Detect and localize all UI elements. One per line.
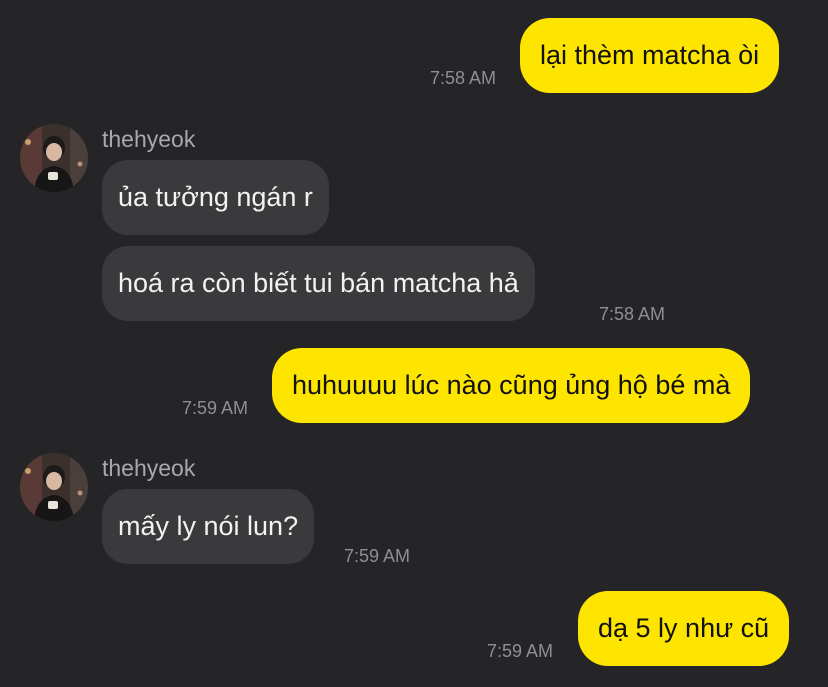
incoming-message-bubble[interactable]: hoá ra còn biết tui bán matcha hả — [102, 246, 535, 321]
outgoing-message-bubble[interactable]: dạ 5 ly như cũ — [578, 591, 790, 666]
outgoing-message-bubble[interactable]: lại thèm matcha òi — [520, 18, 780, 93]
message-timestamp: 7:59 AM — [344, 546, 411, 566]
avatar-photo-icon — [20, 453, 88, 521]
avatar-photo-icon — [20, 124, 88, 192]
outgoing-message-bubble[interactable]: huhuuuu lúc nào cũng ủng hộ bé mà — [272, 348, 751, 423]
incoming-message-bubble[interactable]: mấy ly nói lun? — [102, 489, 315, 564]
incoming-message-bubble[interactable]: ủa tưởng ngán r — [102, 160, 329, 235]
message-timestamp: 7:59 AM — [182, 398, 249, 418]
message-timestamp: 7:59 AM — [487, 641, 554, 661]
sender-name: thehyeok — [102, 455, 196, 481]
sender-name: thehyeok — [102, 126, 196, 152]
message-timestamp: 7:58 AM — [599, 304, 666, 324]
message-timestamp: 7:58 AM — [430, 68, 497, 88]
contact-avatar[interactable] — [20, 124, 88, 192]
contact-avatar[interactable] — [20, 453, 88, 521]
